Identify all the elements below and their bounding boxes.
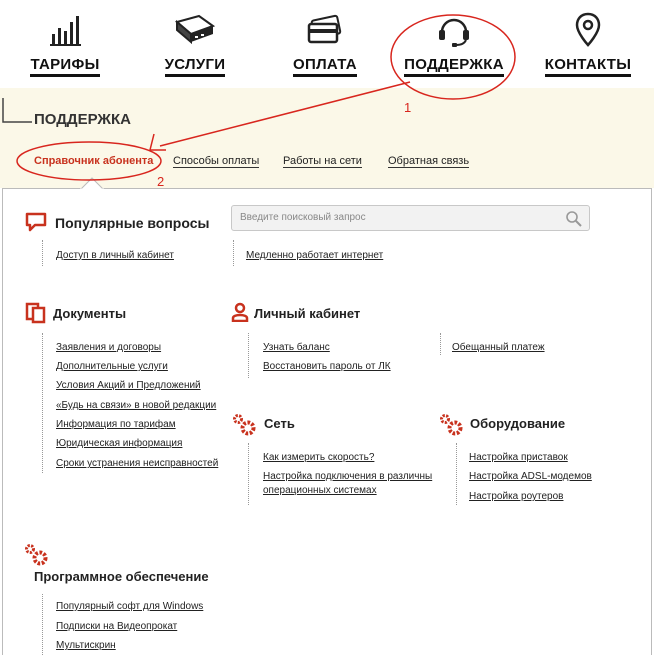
bar-chart-icon xyxy=(47,12,83,52)
section-title-network: Сеть xyxy=(264,416,295,431)
header-band xyxy=(0,88,654,188)
link-measure-speed[interactable]: Как измерить скорость? xyxy=(263,451,374,464)
annotation-number-2: 2 xyxy=(157,174,165,189)
nav-tariffs[interactable]: ТАРИФЫ xyxy=(20,0,110,88)
gears-icon xyxy=(438,412,466,442)
nav-contacts-label: КОНТАКТЫ xyxy=(544,56,632,77)
link-setup-adsl[interactable]: Настройка ADSL-модемов xyxy=(469,470,592,483)
headset-icon xyxy=(434,12,474,52)
nav-support-label: ПОДДЕРЖКА xyxy=(404,56,504,77)
credit-card-icon xyxy=(305,12,345,52)
link-doc[interactable]: Дополнительные услуги xyxy=(56,360,168,373)
user-icon xyxy=(231,302,249,326)
annotation-number-1: 1 xyxy=(404,100,412,115)
link-doc[interactable]: Информация по тарифам xyxy=(56,418,176,431)
link-restore-password[interactable]: Восстановить пароль от ЛК xyxy=(263,360,391,373)
section-title-equipment: Оборудование xyxy=(470,416,566,431)
section-title-documents: Документы xyxy=(53,306,127,321)
nav-services-label: УСЛУГИ xyxy=(164,56,226,77)
nav-services[interactable]: УСЛУГИ xyxy=(150,0,240,88)
gears-icon xyxy=(23,542,51,572)
divider xyxy=(42,240,43,266)
link-connection-setup[interactable]: Настройка подключения в различны xyxy=(263,470,432,483)
nav-tariffs-label: ТАРИФЫ xyxy=(30,56,100,77)
subnav-payment-methods[interactable]: Способы оплаты xyxy=(173,155,260,168)
link-slow-internet[interactable]: Медленно работает интернет xyxy=(246,249,383,262)
router-device-icon xyxy=(173,12,217,52)
divider xyxy=(248,443,249,505)
subnav-feedback[interactable]: Обратная связь xyxy=(388,155,470,168)
section-title-faq: Популярные вопросы xyxy=(55,215,210,231)
location-pin-icon xyxy=(573,12,603,52)
divider xyxy=(42,333,43,473)
link-popular-software[interactable]: Популярный софт для Windows xyxy=(56,600,203,613)
gears-icon xyxy=(231,412,259,442)
title-bracket xyxy=(2,98,32,123)
link-setup-set-top-box[interactable]: Настройка приставок xyxy=(469,451,568,464)
section-title-account: Личный кабинет xyxy=(254,306,361,321)
subnav-label: Обратная связь xyxy=(388,155,470,168)
divider xyxy=(42,594,43,655)
nav-support[interactable]: ПОДДЕРЖКА xyxy=(398,0,510,88)
link-doc[interactable]: Заявления и договоры xyxy=(56,341,161,354)
search-input[interactable]: Введите поисковый запрос xyxy=(240,212,366,223)
section-title-software: Программное обеспечение xyxy=(34,569,209,584)
documents-icon xyxy=(25,302,47,328)
subnav-label: Справочник абонента xyxy=(34,155,154,167)
search-box[interactable]: Введите поисковый запрос xyxy=(231,205,590,231)
link-video-rental[interactable]: Подписки на Видеопрокат xyxy=(56,620,177,633)
page-title: ПОДДЕРЖКА xyxy=(34,111,131,128)
top-navigation: ТАРИФЫ УСЛУГИ ОПЛАТА ПОДДЕРЖКА КОНТАКТЫ xyxy=(0,0,654,88)
link-doc[interactable]: Сроки устранения неисправностей xyxy=(56,457,218,470)
subnav-label: Способы оплаты xyxy=(173,155,260,168)
link-doc[interactable]: «Будь на связи» в новой редакции xyxy=(56,399,216,412)
link-doc[interactable]: Условия Акций и Предложений xyxy=(56,379,201,392)
nav-payment-label: ОПЛАТА xyxy=(293,56,357,77)
divider xyxy=(456,443,457,505)
link-doc[interactable]: Юридическая информация xyxy=(56,437,182,450)
subnav-label: Работы на сети xyxy=(283,155,362,168)
subnav-subscriber-guide[interactable]: Справочник абонента xyxy=(34,155,153,167)
divider xyxy=(233,240,234,266)
active-tab-pointer xyxy=(80,177,104,190)
link-account-access[interactable]: Доступ в личный кабинет xyxy=(56,249,174,262)
link-multiscreen[interactable]: Мультискрин xyxy=(56,639,116,652)
divider xyxy=(248,333,249,378)
nav-contacts[interactable]: КОНТАКТЫ xyxy=(541,0,635,88)
link-check-balance[interactable]: Узнать баланс xyxy=(263,341,330,354)
subnav-network-works[interactable]: Работы на сети xyxy=(283,155,362,168)
link-promised-payment[interactable]: Обещанный платеж xyxy=(452,341,545,354)
search-icon[interactable] xyxy=(565,210,583,228)
nav-payment[interactable]: ОПЛАТА xyxy=(280,0,370,88)
link-setup-routers[interactable]: Настройка роутеров xyxy=(469,490,563,503)
speech-bubble-icon xyxy=(25,212,47,236)
divider xyxy=(440,333,441,355)
link-connection-setup-cont[interactable]: операционных системах xyxy=(263,484,377,497)
